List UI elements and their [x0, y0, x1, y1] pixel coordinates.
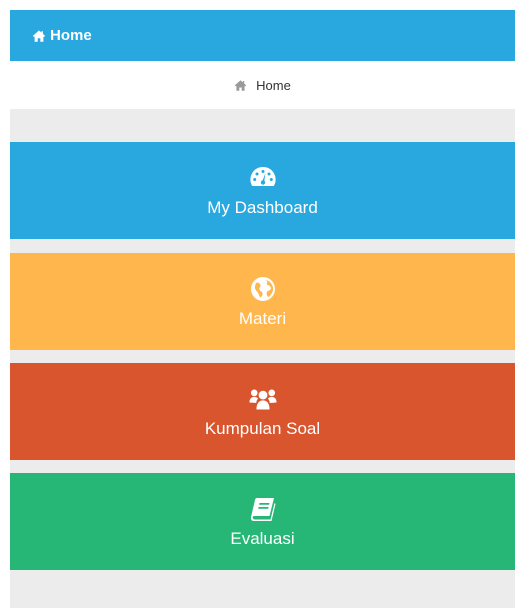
breadcrumb-home-icon — [234, 79, 247, 92]
tile-my-dashboard[interactable]: My Dashboard — [10, 142, 515, 239]
header-title: Home — [50, 27, 92, 44]
tile-kumpulan-soal[interactable]: Kumpulan Soal — [10, 363, 515, 460]
users-group-icon — [248, 385, 277, 413]
tile-evaluasi[interactable]: Evaluasi — [10, 473, 515, 570]
top-header-bar[interactable]: Home — [10, 10, 515, 61]
globe-icon — [249, 275, 277, 303]
tile-label: Evaluasi — [230, 528, 295, 548]
page: Home Home My Dashboard Materi Kumpulan S… — [0, 0, 515, 608]
breadcrumb-label[interactable]: Home — [256, 78, 291, 93]
breadcrumb: Home — [10, 61, 515, 109]
home-icon — [32, 29, 46, 43]
book-icon — [249, 495, 277, 523]
dashboard-gauge-icon — [249, 164, 277, 192]
tile-label: Materi — [238, 308, 287, 328]
tile-label: My Dashboard — [207, 197, 318, 217]
tile-materi[interactable]: Materi — [10, 253, 515, 350]
tile-label: Kumpulan Soal — [204, 418, 321, 438]
